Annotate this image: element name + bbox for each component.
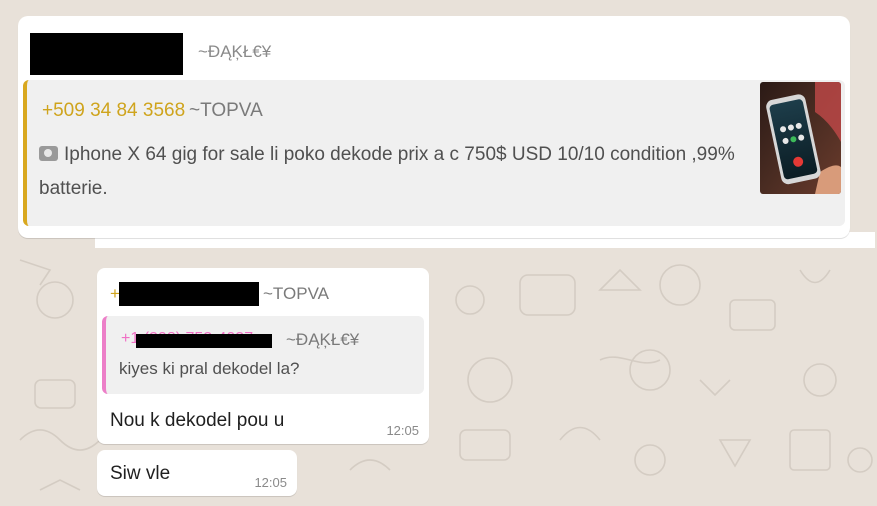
quoted-text: kiyes ki pral dekodel la? — [119, 359, 300, 378]
redacted-quoted-phone — [136, 334, 272, 348]
quoted-sender-name: ~TOPVA — [189, 100, 263, 121]
quoted-sender-phone: +509 34 84 3568 — [42, 100, 186, 121]
quoted-image-thumbnail[interactable] — [760, 82, 841, 194]
camera-icon — [39, 146, 58, 161]
sender-name: ~ĐĄĶŁ€¥ — [198, 42, 272, 61]
redacted-sender-phone — [119, 282, 259, 306]
message-text: Siw vle — [110, 463, 171, 484]
message-text: Nou k dekodel pou u — [110, 410, 285, 431]
message-time: 12:05 — [386, 423, 419, 438]
quoted-sender-name: ~ĐĄĶŁ€¥ — [286, 330, 360, 349]
message-bubble[interactable]: ~ĐĄĶŁ€¥ +509 34 84 3568 ~TOPVA Iphone X … — [18, 16, 850, 238]
quoted-text: Iphone X 64 gig for sale li poko dekode … — [39, 144, 735, 199]
redacted-sender-phone — [30, 33, 183, 75]
message-bubble[interactable]: Siw vle 12:05 — [97, 450, 297, 496]
message-time: 12:05 — [254, 475, 287, 490]
message-bubble[interactable]: + ~TOPVA +1 (208) 752-4037 ~ĐĄĶŁ€¥ kiyes… — [97, 268, 429, 444]
sender-name: ~TOPVA — [263, 284, 329, 303]
quoted-message[interactable]: +1 (208) 752-4037 ~ĐĄĶŁ€¥ kiyes ki pral … — [102, 316, 424, 394]
quoted-message[interactable]: +509 34 84 3568 ~TOPVA Iphone X 64 gig f… — [23, 80, 845, 226]
quoted-text-block: Iphone X 64 gig for sale li poko dekode … — [39, 138, 739, 206]
